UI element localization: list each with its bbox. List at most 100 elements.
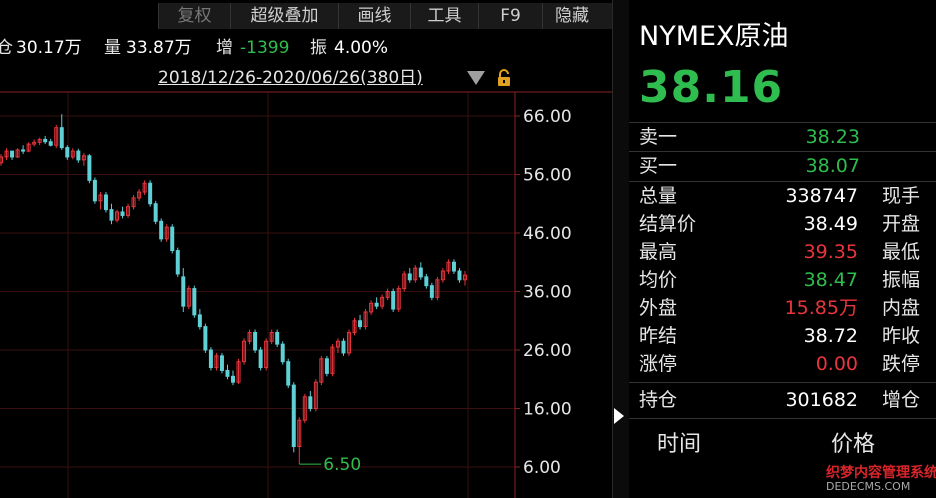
stat-label-secondary: 内盘 — [881, 297, 920, 319]
stat-value: 38.49 — [803, 213, 858, 235]
candle-body — [280, 343, 285, 363]
bid-row: 买一 38.07 — [629, 153, 936, 179]
candle-body — [341, 340, 346, 354]
candle-body — [43, 138, 48, 143]
stat-row: 总量 338747 现手 — [629, 182, 936, 210]
stat-label: 均价 — [639, 269, 678, 291]
kline-chart-area[interactable]: 复权 超级叠加 画线 工具 F9 隐藏 仓 30.17万 量 33.87万 增 … — [0, 0, 612, 498]
candle-body — [308, 396, 313, 409]
stat-label-secondary: 最低 — [881, 241, 920, 263]
stat-label-secondary: 昨收 — [881, 325, 920, 347]
stat-value: 0.00 — [815, 353, 858, 375]
stat-value: 38.72 — [803, 325, 858, 347]
watermark-url: DEDECMS.COM — [826, 480, 911, 493]
low-marker-label: 6.50 — [323, 455, 361, 475]
candle-body — [109, 209, 114, 221]
y-axis-tick-label: 36.00 — [523, 283, 572, 303]
tick-price-header[interactable]: 价格 — [831, 426, 875, 458]
candle-body — [148, 182, 153, 205]
bid-value: 38.07 — [805, 155, 860, 177]
stat-row: 涨停 0.00 跌停 — [629, 350, 936, 378]
candle-body — [197, 314, 202, 328]
stat-label: 最高 — [639, 241, 678, 263]
y-axis-tick-label: 6.00 — [523, 458, 561, 478]
candle-body — [457, 270, 462, 281]
candle-body — [208, 349, 213, 369]
candlestick-plot: 66.00 56.00 46.00 36.00 26.00 16.00 6.00 6.50 — [0, 91, 612, 498]
y-axis-tick-label: 16.00 — [523, 400, 572, 420]
stat-label-secondary: 开盘 — [881, 213, 920, 235]
divider-line — [629, 122, 936, 123]
candle-body — [153, 203, 158, 222]
stat-label-secondary: 振幅 — [881, 269, 920, 291]
stat-value: 38.47 — [803, 269, 858, 291]
open-interest-label: 持仓 — [639, 389, 678, 411]
candle-body — [65, 147, 70, 158]
stat-value: 338747 — [785, 185, 858, 207]
divider-line — [629, 382, 936, 383]
candle-body — [159, 220, 164, 240]
candle-body — [76, 150, 81, 161]
candle-body — [258, 349, 263, 369]
divider-line — [629, 151, 936, 152]
candle-body — [170, 226, 175, 252]
candle-body — [391, 291, 396, 310]
y-axis-tick-label: 46.00 — [523, 224, 572, 244]
candle-body — [429, 285, 434, 298]
collapse-arrow-icon[interactable] — [614, 408, 624, 424]
ask-row: 卖一 38.23 — [629, 124, 936, 150]
candle-body — [324, 358, 329, 374]
stat-label: 外盘 — [639, 297, 678, 319]
candle-body — [291, 384, 296, 448]
last-price: 38.16 — [639, 62, 784, 113]
ask-label: 卖一 — [639, 126, 678, 148]
candle-body — [286, 361, 291, 386]
candle-body — [407, 273, 412, 281]
candle-body — [253, 331, 258, 351]
y-axis-tick-label: 56.00 — [523, 166, 572, 186]
candle-body — [374, 302, 379, 307]
candle-body — [225, 369, 230, 377]
candle-body — [275, 331, 280, 345]
candle-body — [48, 141, 53, 146]
stat-row: 最高 39.35 最低 — [629, 238, 936, 266]
stat-value: 39.35 — [803, 241, 858, 263]
candle-body — [21, 149, 26, 152]
candle-body — [358, 320, 363, 328]
y-axis-tick-label: 66.00 — [523, 107, 572, 127]
stat-value: 15.85万 — [784, 297, 858, 319]
candle-body — [120, 211, 125, 216]
candle-body — [203, 326, 208, 351]
ask-value: 38.23 — [805, 126, 860, 148]
quote-panel: NYMEX原油 38.16 卖一 38.23 买一 38.07 总量 338747… — [629, 0, 936, 498]
candle-body — [231, 375, 235, 383]
open-interest-value: 301682 — [785, 389, 858, 411]
stat-row: 结算价 38.49 开盘 — [629, 210, 936, 238]
stat-label-secondary: 现手 — [881, 185, 920, 207]
candle-body — [59, 127, 64, 149]
y-axis-tick-label: 26.00 — [523, 341, 572, 361]
divider-line — [629, 418, 936, 419]
open-interest-row: 持仓 301682 增仓 — [629, 386, 936, 414]
candle-body — [451, 261, 456, 272]
candle-body — [10, 150, 15, 158]
stat-row: 外盘 15.85万 内盘 — [629, 294, 936, 322]
tick-time-header[interactable]: 时间 — [657, 426, 701, 458]
candle-body — [181, 276, 186, 307]
candle-body — [87, 155, 92, 181]
candle-body — [175, 250, 180, 275]
candle-body — [92, 179, 97, 202]
candle-body — [192, 288, 197, 316]
candle-body — [424, 276, 429, 287]
stat-label-secondary: 跌停 — [881, 353, 920, 375]
oi-change-label: 增仓 — [881, 389, 920, 411]
candle-body — [219, 355, 224, 371]
stat-label: 涨停 — [639, 353, 678, 375]
stat-label: 昨结 — [639, 325, 678, 347]
candle-body — [418, 267, 423, 278]
candle-body — [103, 194, 108, 211]
stat-row: 昨结 38.72 昨收 — [629, 322, 936, 350]
stat-row: 均价 38.47 振幅 — [629, 266, 936, 294]
instrument-title: NYMEX原油 — [639, 21, 789, 52]
bid-label: 买一 — [639, 155, 678, 177]
